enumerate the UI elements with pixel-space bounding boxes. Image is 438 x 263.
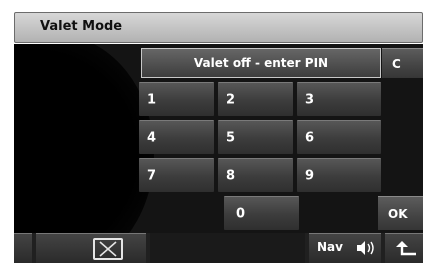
key-3[interactable]: 3 xyxy=(297,82,381,116)
valet-mode-screen: Valet Mode Valet off - enter PIN C 1 2 3… xyxy=(0,0,438,263)
key-7[interactable]: 7 xyxy=(139,158,214,192)
key-3-label: 3 xyxy=(305,92,315,107)
bottom-bar: Nav xyxy=(14,233,423,263)
key-0-label: 0 xyxy=(236,206,246,221)
bottom-middle-segment xyxy=(150,233,305,263)
bottom-left-segment xyxy=(14,233,32,263)
key-4-label: 4 xyxy=(147,130,157,145)
pin-prompt-text: Valet off - enter PIN xyxy=(193,56,329,70)
volume-icon xyxy=(357,241,374,255)
key-1[interactable]: 1 xyxy=(139,82,214,116)
main-panel: Valet off - enter PIN C 1 2 3 4 5 6 7 8 … xyxy=(14,44,423,263)
key-2[interactable]: 2 xyxy=(218,82,293,116)
close-button[interactable] xyxy=(36,233,146,263)
key-8-label: 8 xyxy=(226,168,236,183)
key-2-label: 2 xyxy=(226,92,236,107)
clear-button[interactable]: C xyxy=(382,48,423,78)
pin-prompt-display: Valet off - enter PIN xyxy=(141,48,381,78)
key-5-label: 5 xyxy=(226,130,236,145)
key-6[interactable]: 6 xyxy=(297,120,381,154)
key-9[interactable]: 9 xyxy=(297,158,381,192)
close-icon xyxy=(93,238,123,260)
key-1-label: 1 xyxy=(147,92,157,107)
ok-label: OK xyxy=(388,206,408,221)
decorative-arc xyxy=(14,44,154,263)
key-0[interactable]: 0 xyxy=(224,196,299,230)
nav-label: Nav xyxy=(317,240,343,254)
key-6-label: 6 xyxy=(305,130,315,145)
clear-label: C xyxy=(392,56,401,71)
title-bar: Valet Mode xyxy=(14,12,423,43)
page-title: Valet Mode xyxy=(40,19,123,34)
key-9-label: 9 xyxy=(305,168,315,183)
ok-button[interactable]: OK xyxy=(378,196,423,230)
key-4[interactable]: 4 xyxy=(139,120,214,154)
back-icon xyxy=(396,241,416,256)
key-7-label: 7 xyxy=(147,168,157,183)
key-8[interactable]: 8 xyxy=(218,158,293,192)
key-5[interactable]: 5 xyxy=(218,120,293,154)
